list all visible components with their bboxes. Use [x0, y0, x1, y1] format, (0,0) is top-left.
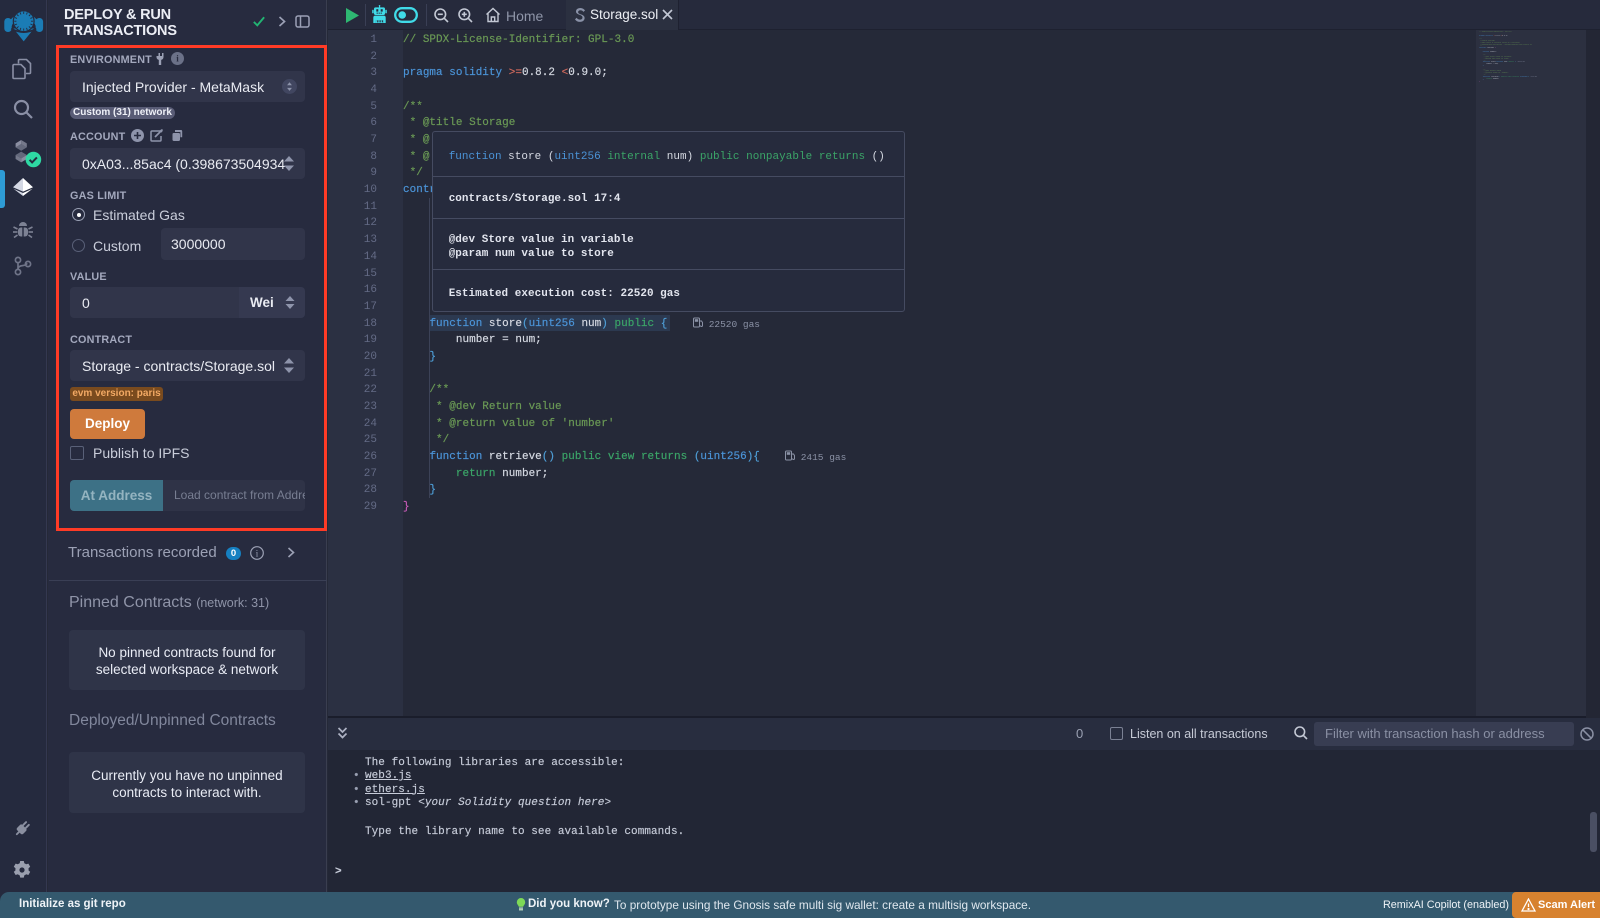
svg-text:i: i: [256, 548, 259, 558]
